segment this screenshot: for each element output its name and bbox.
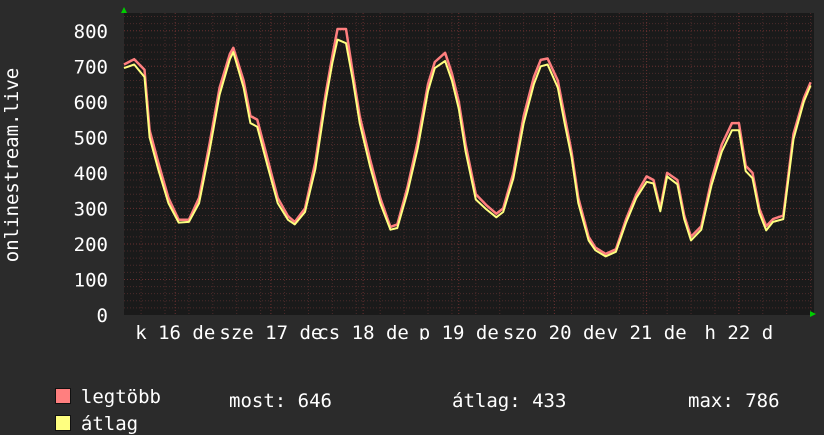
x-tick-labels: k 16 de sze 17 decs 18 de p 19 de szo 20 de… <box>135 322 773 340</box>
y-tick-label: 100 <box>74 269 108 291</box>
y-tick-label: 500 <box>74 127 108 149</box>
stat-max: max: 786 <box>688 390 780 412</box>
x-tick-label: v 21 de <box>607 322 687 340</box>
stat-current: most: 646 <box>229 390 332 412</box>
y-tick-label: 200 <box>74 234 108 256</box>
y-tick-label: 700 <box>74 56 108 78</box>
y-tick-label: 600 <box>74 92 108 114</box>
legend-label-avg: átlag <box>80 413 139 435</box>
stat-average: átlag: 433 <box>452 390 567 412</box>
x-tick-label: cs 18 de <box>317 322 409 340</box>
legend-swatch-avg <box>54 415 71 431</box>
y-tick-labels: 0 100 200 300 400 500 600 700 800 <box>74 21 108 327</box>
y-tick-label: 300 <box>74 198 108 220</box>
x-tick-label: szo 20 de <box>503 322 606 340</box>
y-tick-label: 0 <box>97 305 108 327</box>
x-tick-label: h 22 d <box>705 322 774 340</box>
x-tick-label: k 16 de <box>135 322 215 340</box>
y-tick-label: 400 <box>74 163 108 185</box>
y-axis-arrow <box>121 7 127 13</box>
x-tick-label: p 19 de <box>419 322 499 340</box>
x-tick-label: sze 17 de <box>219 322 322 340</box>
legend-item-avg: átlag <box>32 391 138 435</box>
chart: 0 100 200 300 400 500 600 700 800 k 16 de sze 17 … <box>1 7 816 340</box>
y-tick-label: 800 <box>74 21 108 43</box>
y-axis-label: onlinestream.live <box>1 68 23 262</box>
